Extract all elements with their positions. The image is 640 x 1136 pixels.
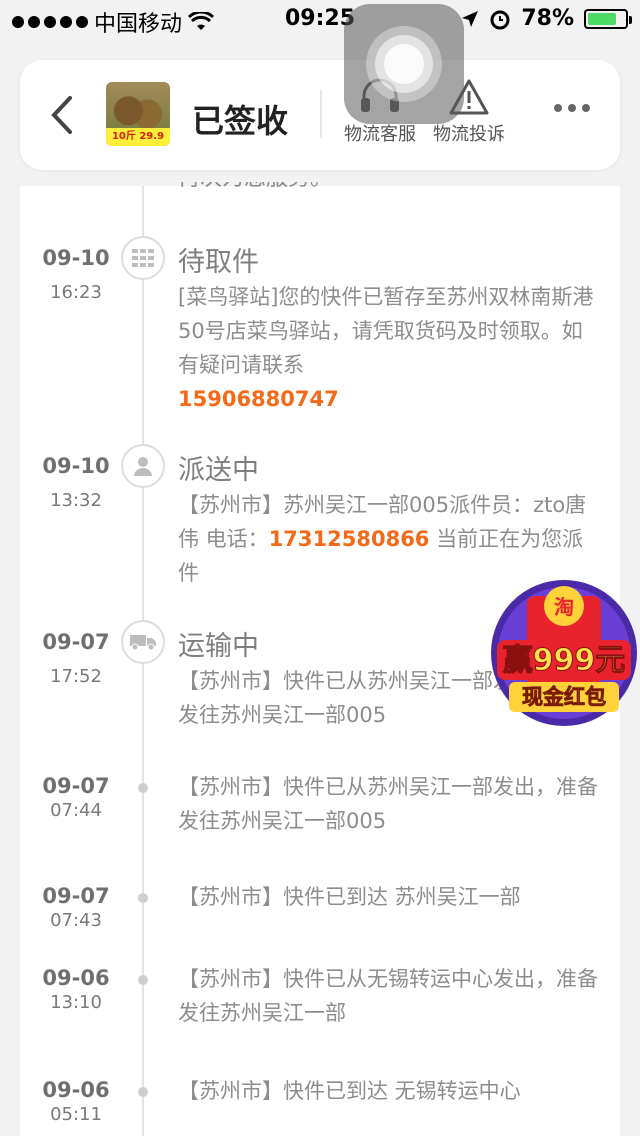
entry-time: 13:32 [50, 490, 102, 511]
coin-label: 淘 [554, 595, 574, 619]
timeline-dot [138, 783, 148, 793]
phone-link[interactable]: 15906880747 [178, 387, 339, 411]
entry-description: 【苏州市】快件已到达 苏州吴江一部 [178, 885, 521, 909]
divider [320, 90, 322, 138]
assistive-touch-button[interactable] [344, 4, 464, 124]
alarm-icon [490, 10, 510, 29]
entry-date: 09-07 [42, 774, 110, 798]
entry-time: 07:44 [50, 800, 102, 821]
entry-date: 09-06 [42, 966, 110, 990]
entry-time: 13:10 [50, 992, 102, 1013]
battery-icon [584, 8, 632, 29]
page-title: 已签收 [192, 102, 289, 140]
red-envelope-promo[interactable]: 淘 赢999元 现金红包 [489, 578, 639, 728]
entry-date: 09-06 [42, 1078, 110, 1102]
timeline-dot [138, 975, 148, 985]
promo-line1: 赢999元 [503, 643, 626, 678]
entry-description: 【苏州市】苏州吴江一部005派件员：zto唐伟 电话：17312580866 当… [178, 488, 598, 590]
assistive-core [384, 44, 424, 84]
entry-status: 待取件 [178, 247, 259, 278]
entry-date: 09-10 [42, 454, 110, 478]
entry-text: [菜鸟驿站]您的快件已暂存至苏州双林南斯港50号店菜鸟驿站，请凭取货码及时领取。… [178, 285, 594, 377]
entry-description: [菜鸟驿站]您的快件已暂存至苏州双林南斯港50号店菜鸟驿站，请凭取货码及时领取。… [178, 280, 598, 416]
entry-description: 【苏州市】快件已到达 无锡转运中心 [178, 1079, 521, 1103]
entry-date: 09-07 [42, 630, 110, 654]
status-bar: 中国移动 09:25 78% [0, 0, 640, 40]
entry-time: 05:11 [50, 1104, 102, 1125]
logistics-complaint-label: 物流投诉 [433, 124, 505, 145]
battery-percent: 78% [521, 6, 574, 31]
header-card: 10斤 29.9 已签收 物流客服 物流投诉 [20, 60, 620, 170]
logistics-service-label: 物流客服 [344, 124, 416, 145]
product-thumbnail[interactable]: 10斤 29.9 [106, 82, 170, 146]
courier-icon [121, 444, 165, 488]
timeline-dot [138, 1087, 148, 1097]
entry-status: 运输中 [178, 631, 259, 662]
entry-date: 09-07 [42, 884, 110, 908]
entry-date: 09-10 [42, 246, 110, 270]
entry-time: 17:52 [50, 666, 102, 687]
more-icon[interactable] [554, 104, 590, 112]
entry-description: 【苏州市】快件已从苏州吴江一部发出，准备发往苏州吴江一部005 [178, 775, 598, 833]
status-right: 78% [461, 6, 632, 31]
location-icon [462, 10, 479, 27]
locker-icon [121, 236, 165, 280]
phone-link[interactable]: 17312580866 [269, 527, 430, 551]
timeline-dot [138, 893, 148, 903]
truck-icon [121, 620, 165, 664]
promo-line2: 现金红包 [522, 685, 606, 709]
entry-description: 【苏州市】快件已从无锡转运中心发出，准备发往苏州吴江一部 [178, 967, 598, 1025]
entry-status: 派送中 [178, 455, 259, 486]
entry-time: 16:23 [50, 282, 102, 303]
entry-time: 07:43 [50, 910, 102, 931]
thumb-tag: 10斤 29.9 [106, 128, 170, 146]
back-icon[interactable] [44, 90, 78, 140]
